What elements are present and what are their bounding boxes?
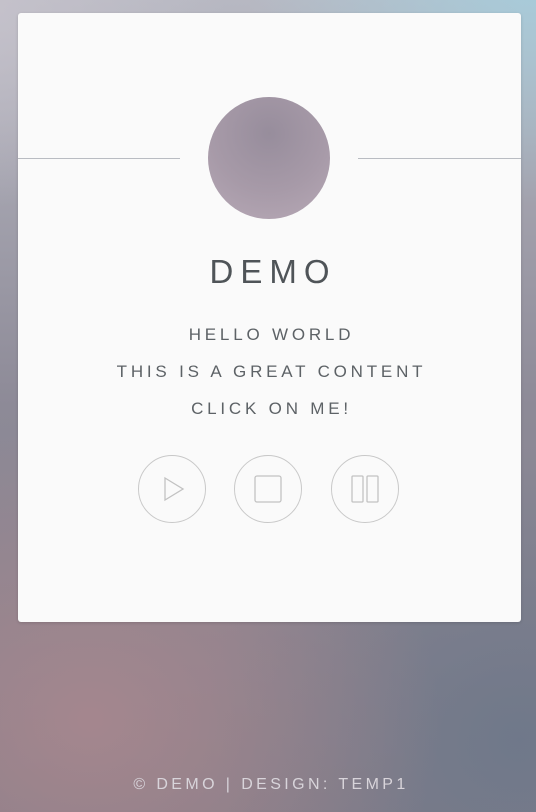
stop-button[interactable] — [234, 455, 302, 523]
divider-left — [18, 158, 180, 159]
content-line-great-content: THIS IS A GREAT CONTENT — [116, 362, 427, 381]
avatar — [208, 97, 330, 219]
content-card: DEMO HELLO WORLD THIS IS A GREAT CONTENT… — [18, 13, 521, 622]
play-button[interactable] — [138, 455, 206, 523]
divider-right — [358, 158, 521, 159]
stop-icon — [254, 475, 282, 503]
footer-credits: © DEMO | DESIGN: TEMP1 — [133, 776, 409, 793]
pause-button[interactable] — [331, 455, 399, 523]
play-icon — [164, 476, 185, 502]
pause-icon — [351, 475, 379, 503]
click-me-link[interactable]: CLICK ON ME! — [18, 399, 521, 419]
card-title: DEMO — [209, 253, 337, 290]
content-line-hello: HELLO WORLD — [188, 325, 355, 344]
